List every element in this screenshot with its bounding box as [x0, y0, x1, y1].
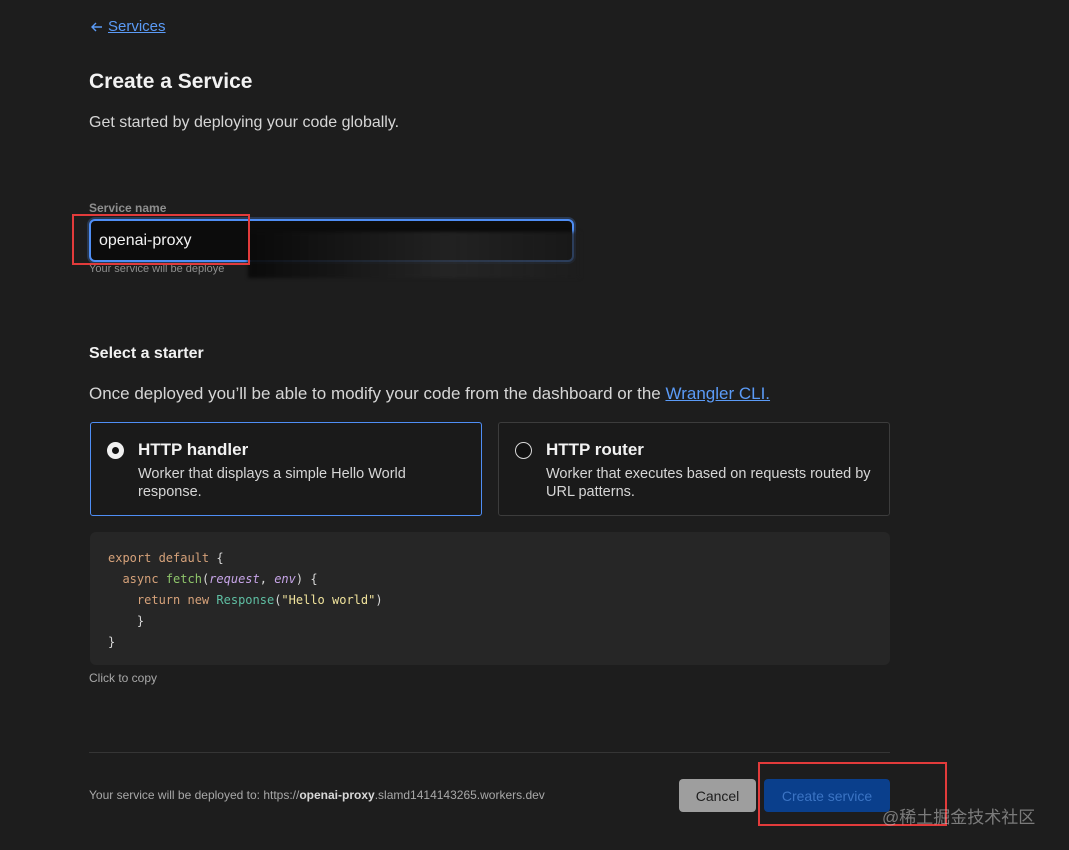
service-name-hint: Your service will be deploye: [89, 263, 225, 275]
starter-desc-http-handler: Worker that displays a simple Hello Worl…: [138, 466, 406, 500]
watermark-text: @稀土掘金技术社区: [882, 808, 1036, 827]
click-to-copy-hint: Click to copy: [89, 671, 158, 685]
code-line-3: return new Response("Hello world"): [136, 593, 383, 607]
create-service-button[interactable]: Create service: [764, 779, 890, 812]
footer-divider: [89, 752, 890, 753]
deploy-url-service-name: openai-proxy: [299, 788, 375, 802]
starter-option-http-handler[interactable]: HTTP handler Worker that displays a simp…: [90, 422, 482, 516]
back-link-label: Services: [108, 18, 166, 35]
wrangler-cli-link[interactable]: Wrangler CLI.: [665, 384, 770, 403]
code-line-4: }: [108, 614, 145, 628]
page-title: Create a Service: [89, 70, 253, 93]
back-to-services-link[interactable]: Services: [90, 18, 166, 35]
select-starter-desc: Once deployed you’ll be able to modify y…: [89, 384, 770, 404]
starter-title-http-handler: HTTP handler: [138, 440, 249, 459]
arrow-left-icon: [91, 22, 102, 31]
radio-http-handler[interactable]: [107, 442, 124, 459]
code-line-5: }: [108, 635, 116, 649]
code-snippet[interactable]: export default { async fetch(request, en…: [90, 532, 890, 665]
starter-desc-http-router: Worker that executes based on requests r…: [546, 466, 871, 500]
starter-option-http-router[interactable]: HTTP router Worker that executes based o…: [498, 422, 890, 516]
page-subtitle: Get started by deploying your code globa…: [89, 114, 400, 131]
service-name-label: Service name: [89, 201, 167, 215]
cancel-button[interactable]: Cancel: [679, 779, 756, 812]
select-starter-title: Select a starter: [89, 345, 204, 362]
code-line-1: export default {: [108, 551, 224, 565]
deploy-url-text: Your service will be deployed to: https:…: [89, 788, 545, 802]
redaction-blur: [248, 232, 580, 278]
select-starter-desc-text: Once deployed you’ll be able to modify y…: [89, 384, 666, 403]
radio-http-router[interactable]: [515, 442, 532, 459]
starter-title-http-router: HTTP router: [546, 440, 644, 459]
code-line-2: async fetch(request, env) {: [122, 572, 318, 586]
